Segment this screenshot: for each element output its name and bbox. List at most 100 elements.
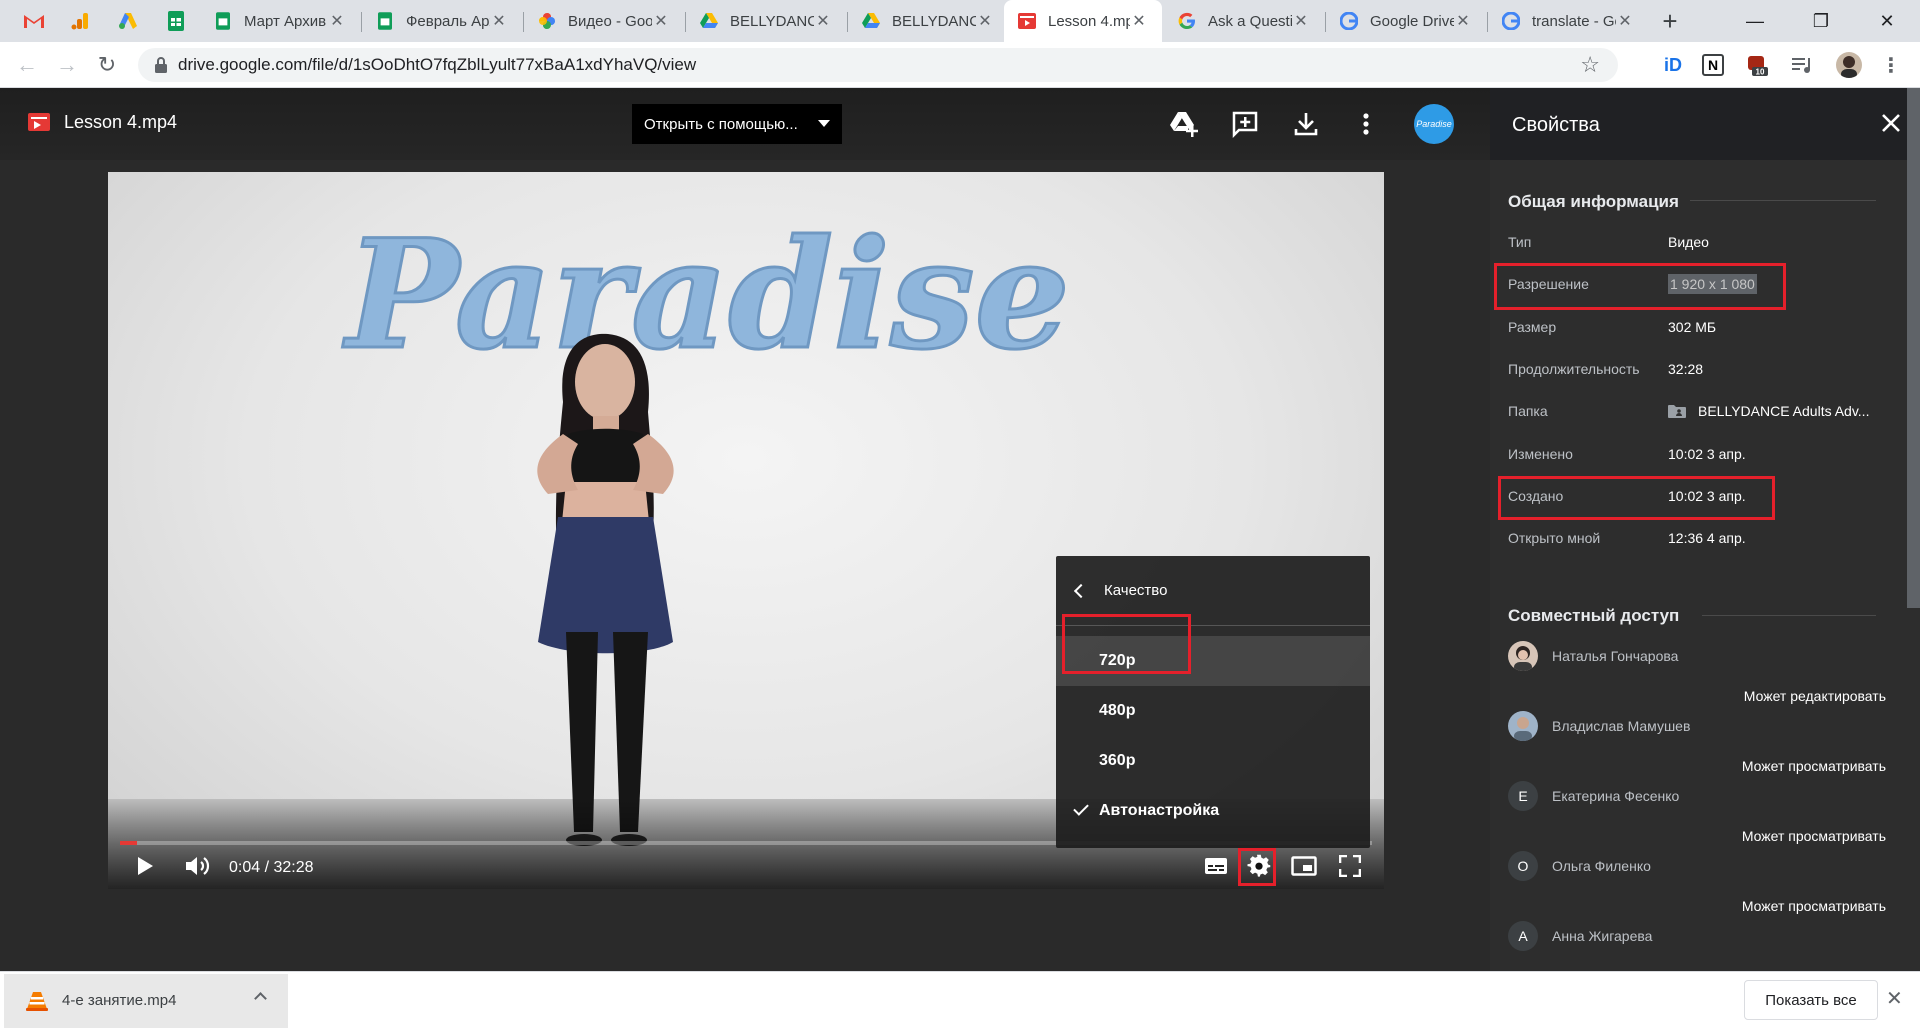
more-options-icon[interactable]: [1350, 108, 1382, 140]
close-tab-icon[interactable]: ✕: [1454, 11, 1472, 31]
download-item[interactable]: 4-е занятие.mp4: [4, 974, 288, 1028]
ads-pinned-tab[interactable]: [108, 0, 148, 42]
prop-type-label: Тип: [1508, 234, 1532, 250]
video-player[interactable]: Paradise 0:04 / 32:28 Качество 720p 480p…: [108, 172, 1384, 889]
close-tab-icon[interactable]: ✕: [976, 11, 994, 31]
avatar: [1508, 641, 1538, 671]
volume-button[interactable]: [178, 849, 218, 883]
chrome-menu-icon[interactable]: ⋮: [1878, 52, 1904, 78]
paradise-wall-logo: Paradise: [342, 207, 1070, 383]
download-icon[interactable]: [1290, 108, 1322, 140]
sheets-pinned-tab[interactable]: [156, 0, 196, 42]
panel-scrollbar[interactable]: [1907, 88, 1920, 608]
badge-extension-icon[interactable]: 10: [1744, 52, 1770, 78]
address-bar[interactable]: drive.google.com/file/d/1sOoDhtO7fqZblLy…: [138, 48, 1618, 82]
highlight-720p: [1062, 614, 1191, 674]
shared-person[interactable]: Владислав Мамушев: [1508, 711, 1690, 741]
avatar: О: [1508, 851, 1538, 881]
shared-person[interactable]: А Анна Жигарева: [1508, 921, 1652, 951]
highlight-settings: [1238, 848, 1276, 886]
shared-person[interactable]: E Екатерина Фесенко: [1508, 781, 1679, 811]
tab-translate[interactable]: translate - Google ✕: [1488, 0, 1648, 42]
quality-option-label: 360p: [1099, 752, 1136, 769]
notion-extension-icon[interactable]: N: [1702, 54, 1724, 76]
gmail-pinned-tab[interactable]: [14, 0, 54, 42]
prop-opened-value: 12:36 4 апр.: [1668, 530, 1746, 546]
viewer-header: Lesson 4.mp4 Открыть с помощью... Paradi…: [0, 88, 1490, 160]
close-panel-button[interactable]: [1876, 108, 1906, 138]
close-tab-icon[interactable]: ✕: [328, 11, 346, 31]
show-all-button[interactable]: Показать все: [1744, 980, 1878, 1020]
miniplayer-button[interactable]: [1286, 849, 1322, 883]
fullscreen-button[interactable]: [1332, 849, 1368, 883]
close-tab-icon[interactable]: ✕: [1292, 11, 1310, 31]
back-button[interactable]: ←: [12, 50, 42, 80]
tab-title: Ask a Question: [1208, 12, 1292, 30]
analytics-pinned-tab[interactable]: [60, 0, 100, 42]
vlc-icon: [26, 992, 48, 1011]
prop-folder-value[interactable]: BELLYDANCE Adults Adv...: [1668, 403, 1869, 419]
chevron-up-icon[interactable]: [254, 992, 267, 1005]
quality-option-auto[interactable]: Автонастройка: [1056, 786, 1370, 836]
quality-option-480p[interactable]: 480p: [1056, 686, 1370, 736]
properties-title: Свойства: [1512, 114, 1600, 136]
tab-lesson-4[interactable]: Lesson 4.mp4 ✕: [1004, 0, 1162, 42]
highlight-resolution: [1494, 263, 1786, 310]
tab-google-drive[interactable]: Google Drive ✕: [1326, 0, 1486, 42]
maximize-button[interactable]: ❐: [1788, 0, 1854, 42]
close-tab-icon[interactable]: ✕: [490, 11, 508, 31]
avatar: E: [1508, 781, 1538, 811]
close-tab-icon[interactable]: ✕: [1616, 11, 1634, 31]
avatar-logo-text: Paradise: [1416, 119, 1452, 129]
video-file-icon: [1018, 12, 1036, 30]
tab-bellydance-2[interactable]: BELLYDANCE ✕: [848, 0, 1008, 42]
close-tab-icon[interactable]: ✕: [652, 11, 670, 31]
permission-label: Может редактировать: [1743, 688, 1886, 704]
bookmark-star-icon[interactable]: ☆: [1580, 52, 1600, 78]
drive-viewer: Lesson 4.mp4 Открыть с помощью... Paradi…: [0, 88, 1490, 971]
play-button[interactable]: [128, 849, 162, 883]
forward-button[interactable]: →: [52, 50, 82, 80]
quality-option-360p[interactable]: 360p: [1056, 736, 1370, 786]
new-tab-button[interactable]: +: [1652, 0, 1688, 42]
tab-bellydance-1[interactable]: BELLYDANCE ✕: [686, 0, 846, 42]
reload-button[interactable]: ↻: [92, 50, 122, 80]
add-comment-icon[interactable]: [1229, 108, 1261, 140]
quality-option-label: Автонастройка: [1099, 802, 1220, 819]
minimize-button[interactable]: —: [1722, 0, 1788, 42]
sheets-icon: [214, 12, 232, 30]
tab-mart-archive[interactable]: Март Архив ✕: [200, 0, 360, 42]
tab-photos-video[interactable]: Видео - Google ✕: [524, 0, 684, 42]
tab-title: Lesson 4.mp4: [1048, 12, 1130, 30]
person-name: Ольга Филенко: [1552, 858, 1651, 874]
subtitles-button[interactable]: [1198, 849, 1234, 883]
id-extension-icon[interactable]: iD: [1660, 52, 1686, 78]
photos-icon: [538, 12, 556, 30]
open-with-button[interactable]: Открыть с помощью...: [632, 104, 842, 144]
close-tab-icon[interactable]: ✕: [814, 11, 832, 31]
account-avatar[interactable]: Paradise: [1414, 104, 1454, 144]
tab-ask-question[interactable]: Ask a Question ✕: [1164, 0, 1324, 42]
prop-size-label: Размер: [1508, 319, 1557, 335]
person-name: Анна Жигарева: [1552, 928, 1653, 944]
dancer-figure: [537, 333, 674, 846]
sheets-icon: [376, 12, 394, 30]
tab-title: Февраль Архив: [406, 12, 490, 30]
tab-title: Март Архив: [244, 12, 327, 30]
profile-avatar[interactable]: [1836, 52, 1862, 78]
shared-person[interactable]: Наталья Гончарова: [1508, 641, 1678, 671]
tab-title: Видео - Google: [568, 12, 652, 30]
shared-person[interactable]: О Ольга Филенко: [1508, 851, 1651, 881]
prop-modified-label: Изменено: [1508, 446, 1573, 462]
dropdown-caret-icon: [818, 120, 830, 127]
close-tab-icon[interactable]: ✕: [1130, 11, 1148, 31]
close-shelf-icon[interactable]: ✕: [1886, 986, 1903, 1011]
tab-feb-archive[interactable]: Февраль Архив ✕: [362, 0, 522, 42]
google-icon: [1502, 12, 1520, 30]
media-control-icon[interactable]: [1790, 52, 1816, 78]
quality-menu-title: Качество: [1104, 582, 1168, 599]
prop-size-value: 302 МБ: [1668, 319, 1717, 335]
add-to-drive-icon[interactable]: [1168, 108, 1200, 140]
close-window-button[interactable]: ✕: [1854, 0, 1920, 42]
analytics-icon: [71, 13, 88, 30]
